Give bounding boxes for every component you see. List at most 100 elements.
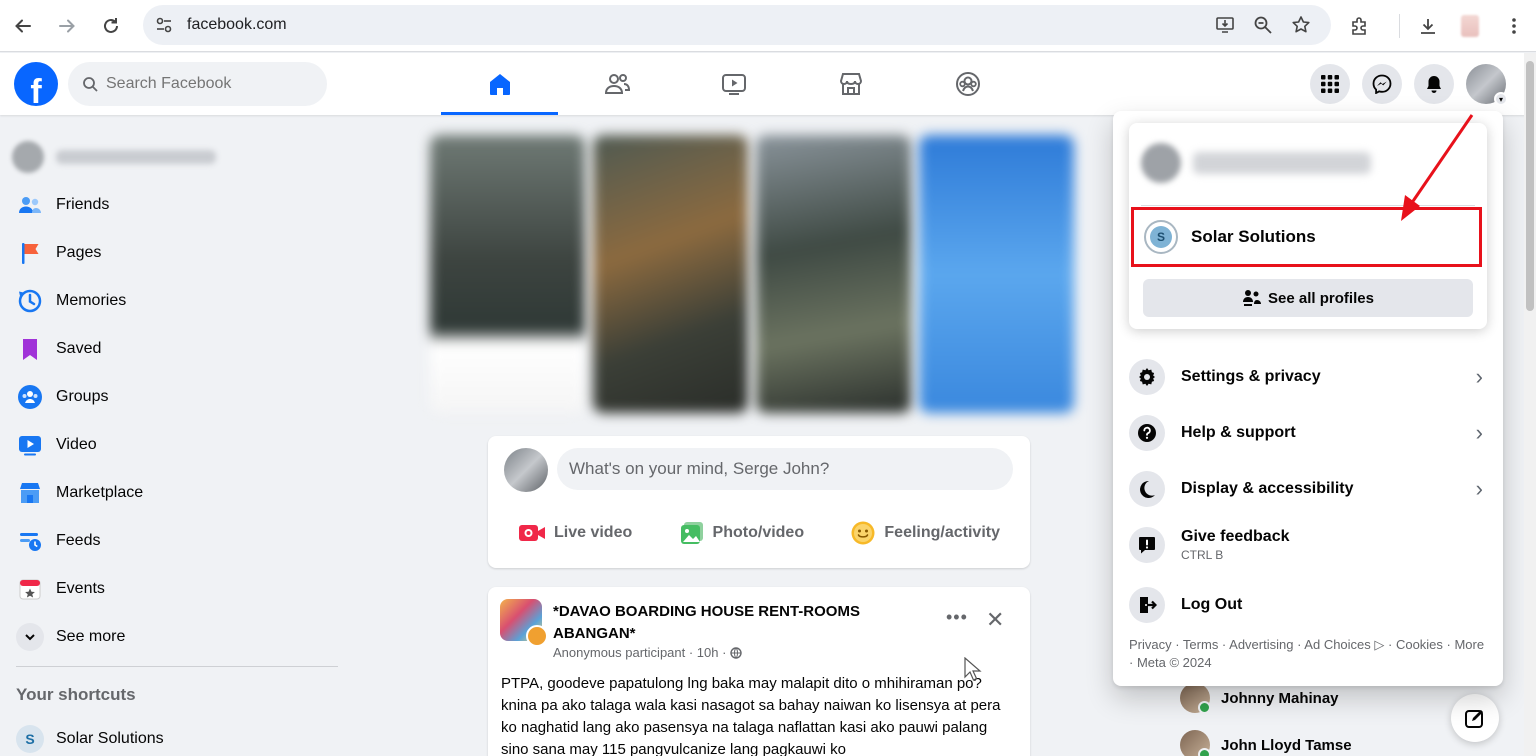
photo-video-button[interactable]: Photo/video	[665, 520, 819, 546]
address-bar[interactable]: facebook.com	[143, 5, 1331, 45]
friends-tab-icon	[604, 74, 630, 94]
menu-give-feedback[interactable]: Give feedback CTRL B	[1129, 519, 1487, 571]
marketplace-icon	[839, 73, 862, 95]
tab-home[interactable]	[441, 53, 558, 115]
search-input[interactable]	[106, 75, 306, 93]
notifications-button[interactable]	[1414, 64, 1454, 104]
sidebar-profile[interactable]	[12, 141, 216, 173]
menu-settings-privacy[interactable]: Settings & privacy ›	[1129, 351, 1487, 403]
back-icon[interactable]	[10, 13, 36, 39]
mouse-cursor-icon	[964, 657, 982, 681]
post-group-title[interactable]: *DAVAO BOARDING HOUSE RENT-ROOMS ABANGAN…	[553, 601, 913, 645]
gear-icon	[1129, 359, 1165, 395]
shortcut-label: Solar Solutions	[56, 730, 164, 747]
moon-icon	[1129, 471, 1165, 507]
reload-icon[interactable]	[98, 13, 124, 39]
contact-item[interactable]: Johnny Mahinay	[1180, 683, 1339, 714]
footer-links[interactable]: Privacy · Terms · Advertising · Ad Choic…	[1129, 636, 1489, 672]
menu-display-accessibility[interactable]: Display & accessibility ›	[1129, 463, 1487, 515]
story-card[interactable]	[919, 135, 1074, 413]
messenger-button[interactable]	[1362, 64, 1402, 104]
menu-grid-button[interactable]	[1310, 64, 1350, 104]
sidebar-item-marketplace[interactable]: Marketplace	[0, 469, 143, 517]
extensions-icon[interactable]	[1347, 14, 1371, 38]
sidebar-item-friends[interactable]: Friends	[0, 181, 143, 229]
more-options-icon[interactable]: •••	[946, 607, 968, 628]
story-card[interactable]	[430, 135, 585, 413]
sidebar-item-events[interactable]: Events	[0, 565, 143, 613]
current-profile[interactable]	[1141, 143, 1371, 183]
left-sidebar: Friends Pages Memories Saved Groups Vide…	[0, 115, 360, 756]
contact-name: Johnny Mahinay	[1221, 689, 1339, 707]
story-card[interactable]	[593, 135, 748, 413]
shortcuts-heading: Your shortcuts	[16, 685, 136, 704]
bookmark-star-icon[interactable]	[1289, 13, 1313, 37]
site-settings-icon[interactable]	[153, 16, 175, 34]
anonymous-badge-icon	[526, 625, 548, 647]
avatar	[1141, 143, 1181, 183]
see-more-button[interactable]: See more	[0, 613, 143, 661]
install-app-icon[interactable]	[1213, 13, 1237, 37]
smiley-icon	[851, 521, 875, 545]
feeling-activity-button[interactable]: Feeling/activity	[836, 520, 1014, 546]
close-icon[interactable]: ✕	[986, 607, 1004, 633]
avatar	[1180, 683, 1211, 714]
feeds-icon	[16, 527, 44, 555]
sidebar-item-label: Groups	[56, 388, 109, 405]
menu-sublabel: CTRL B	[1181, 548, 1224, 562]
tab-marketplace[interactable]	[792, 53, 909, 115]
sidebar-item-saved[interactable]: Saved	[0, 325, 143, 373]
see-all-profiles-button[interactable]: See all profiles	[1143, 279, 1473, 317]
new-message-button[interactable]	[1451, 694, 1499, 742]
sidebar-item-memories[interactable]: Memories	[0, 277, 143, 325]
sidebar-item-pages[interactable]: Pages	[0, 229, 143, 277]
menu-label: Help & support	[1181, 424, 1296, 441]
main-nav	[441, 53, 1026, 115]
download-icon[interactable]	[1416, 14, 1440, 38]
friends-icon	[16, 191, 44, 219]
question-icon	[1129, 415, 1165, 451]
avatar	[1180, 730, 1211, 756]
watch-icon	[721, 74, 746, 95]
groups-tab-icon	[955, 72, 980, 96]
bookmark-icon	[16, 335, 44, 363]
composer-input[interactable]: What's on your mind, Serge John?	[557, 448, 1013, 490]
divider	[16, 666, 338, 667]
sidebar-item-label: Memories	[56, 292, 127, 309]
menu-kebab-icon[interactable]	[1502, 14, 1526, 38]
live-video-button[interactable]: Live video	[504, 520, 646, 546]
group-avatar[interactable]	[500, 599, 548, 647]
sidebar-item-groups[interactable]: Groups	[0, 373, 143, 421]
bell-icon	[1427, 76, 1441, 93]
story-card[interactable]	[756, 135, 911, 413]
messenger-icon	[1372, 74, 1392, 94]
forward-icon[interactable]	[54, 13, 80, 39]
profile-avatar-icon[interactable]	[1458, 14, 1482, 38]
contact-item[interactable]: John Lloyd Tamse	[1180, 730, 1352, 756]
zoom-icon[interactable]	[1251, 13, 1275, 37]
switch-profile-solar-solutions[interactable]: S Solar Solutions	[1131, 207, 1482, 267]
shortcut-solar-solutions[interactable]: S Solar Solutions	[16, 725, 164, 753]
menu-help-support[interactable]: Help & support ›	[1129, 407, 1487, 459]
sidebar-item-label: Video	[56, 436, 97, 453]
menu-label: Settings & privacy	[1181, 368, 1321, 385]
url-text[interactable]: facebook.com	[187, 16, 287, 34]
contact-name: John Lloyd Tamse	[1221, 736, 1352, 754]
menu-label: Give feedback	[1181, 528, 1290, 545]
action-label: Live video	[554, 524, 633, 541]
tab-video[interactable]	[675, 53, 792, 115]
chevron-right-icon: ›	[1475, 476, 1483, 501]
search-box[interactable]	[68, 62, 327, 106]
store-icon	[16, 479, 44, 507]
avatar[interactable]	[504, 448, 548, 492]
account-avatar-button[interactable]: ▾	[1466, 64, 1508, 106]
tab-gaming[interactable]	[909, 53, 1026, 115]
avatar: S	[16, 725, 44, 753]
facebook-logo[interactable]: f	[14, 62, 58, 106]
scrollbar-thumb[interactable]	[1526, 61, 1534, 311]
sidebar-item-video[interactable]: Video	[0, 421, 143, 469]
menu-log-out[interactable]: Log Out	[1129, 579, 1487, 631]
page-scrollbar[interactable]	[1524, 53, 1536, 756]
sidebar-item-feeds[interactable]: Feeds	[0, 517, 143, 565]
tab-friends[interactable]	[558, 53, 675, 115]
